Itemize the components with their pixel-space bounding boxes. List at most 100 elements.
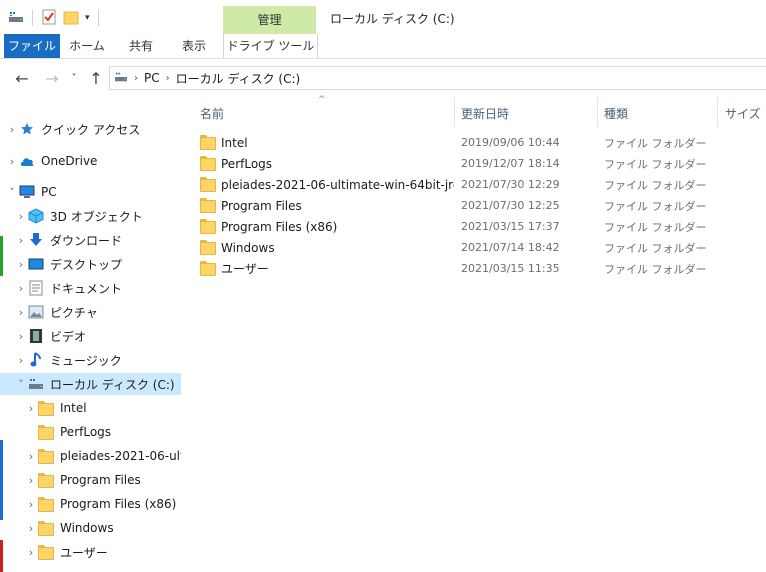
nav-item-folder[interactable]: PerfLogs — [0, 421, 181, 443]
chevron-right-icon[interactable]: › — [14, 330, 28, 343]
column-type[interactable]: 種類 — [604, 97, 714, 127]
breadcrumb-chevron-icon[interactable]: › — [134, 73, 138, 84]
chevron-right-icon[interactable]: › — [14, 282, 28, 295]
window-title: ローカル ディスク (C:) — [330, 12, 455, 26]
chevron-right-icon[interactable]: › — [14, 234, 28, 247]
nav-item-local-disk[interactable]: ˅ ローカル ディスク (C:) — [0, 373, 181, 395]
nav-item-folder[interactable]: › Program Files — [0, 469, 181, 491]
folder-icon — [38, 472, 54, 488]
folder-icon — [200, 261, 216, 276]
recent-locations-chevron-icon[interactable]: ˅ — [64, 69, 84, 89]
drive-icon — [28, 376, 44, 392]
file-row[interactable]: Program Files (x86) 2021/03/15 17:37 ファイ… — [182, 216, 766, 237]
back-arrow-icon[interactable]: ← — [12, 69, 32, 89]
column-header: ^ 名前 更新日時 種類 サイズ — [182, 95, 766, 127]
nav-item-3d-objects[interactable]: › 3D オブジェクト — [0, 205, 181, 227]
properties-icon[interactable] — [41, 9, 57, 28]
folder-icon — [38, 400, 54, 416]
nav-item-downloads[interactable]: › ダウンロード — [0, 229, 181, 251]
chevron-right-icon[interactable]: › — [24, 498, 38, 511]
column-divider[interactable] — [717, 97, 718, 127]
file-row[interactable]: Windows 2021/07/14 18:42 ファイル フォルダー — [182, 237, 766, 258]
chevron-right-icon[interactable]: › — [24, 546, 38, 559]
column-divider[interactable] — [454, 97, 455, 127]
new-folder-icon[interactable] — [63, 9, 79, 28]
nav-item-documents[interactable]: › ドキュメント — [0, 277, 181, 299]
folder-icon — [38, 448, 54, 464]
breadcrumb-local-disk[interactable]: ローカル ディスク (C:) — [176, 70, 301, 87]
ribbon-tabs: ファイル ホーム 共有 表示 ドライブ ツール — [0, 34, 766, 59]
breadcrumb-chevron-icon[interactable]: › — [166, 73, 170, 84]
nav-item-folder[interactable]: › pleiades-2021-06-ultimate-win-64bit-jr… — [0, 445, 181, 467]
tab-home[interactable]: ホーム — [62, 34, 112, 58]
nav-item-folder[interactable]: › Windows — [0, 517, 181, 539]
column-size[interactable]: サイズ — [725, 97, 765, 127]
chevron-right-icon[interactable]: › — [5, 155, 19, 168]
address-bar[interactable]: › PC › ローカル ディスク (C:) — [109, 66, 766, 90]
forward-arrow-icon[interactable]: → — [42, 69, 62, 89]
tab-share[interactable]: 共有 — [116, 34, 166, 58]
computer-icon — [19, 184, 35, 200]
nav-item-videos[interactable]: › ビデオ — [0, 325, 181, 347]
file-row[interactable]: pleiades-2021-06-ultimate-win-64bit-jre_… — [182, 174, 766, 195]
video-icon — [28, 328, 44, 344]
drive-icon — [114, 71, 128, 86]
nav-item-pictures[interactable]: › ピクチャ — [0, 301, 181, 323]
file-row[interactable]: PerfLogs 2019/12/07 18:14 ファイル フォルダー — [182, 153, 766, 174]
column-divider[interactable] — [597, 97, 598, 127]
desktop-edge — [0, 440, 3, 520]
chevron-right-icon[interactable]: › — [14, 210, 28, 223]
up-arrow-icon[interactable]: ↑ — [86, 69, 106, 89]
tab-drive-tools[interactable]: ドライブ ツール — [223, 34, 318, 58]
tab-file[interactable]: ファイル — [4, 34, 60, 58]
chevron-right-icon[interactable]: › — [14, 306, 28, 319]
folder-icon — [200, 219, 216, 234]
cloud-icon — [19, 153, 35, 169]
toolbar-separator — [97, 10, 99, 26]
file-row[interactable]: Intel 2019/09/06 10:44 ファイル フォルダー — [182, 132, 766, 153]
breadcrumb-pc[interactable]: PC — [144, 71, 160, 85]
chevron-right-icon[interactable]: › — [24, 522, 38, 535]
column-name[interactable]: 名前 — [200, 97, 450, 127]
chevron-right-icon[interactable]: › — [14, 258, 28, 271]
nav-item-onedrive[interactable]: › OneDrive — [0, 150, 181, 172]
toolbar-separator — [32, 10, 33, 26]
quick-access-toolbar: ▾ — [8, 8, 101, 28]
folder-icon — [200, 240, 216, 255]
nav-item-folder[interactable]: › Intel — [0, 397, 181, 419]
desktop-edge — [0, 540, 3, 572]
nav-item-music[interactable]: › ミュージック — [0, 349, 181, 371]
folder-icon — [200, 198, 216, 213]
drive-icon[interactable] — [8, 10, 24, 27]
cube-icon — [28, 208, 44, 224]
folder-icon — [38, 496, 54, 512]
nav-item-folder[interactable]: › Program Files (x86) — [0, 493, 181, 515]
chevron-down-icon[interactable]: ˅ — [5, 186, 19, 199]
chevron-right-icon[interactable]: › — [5, 123, 19, 136]
folder-icon — [38, 424, 54, 440]
chevron-right-icon[interactable]: › — [24, 474, 38, 487]
nav-item-desktop[interactable]: › デスクトップ — [0, 253, 181, 275]
chevron-right-icon[interactable]: › — [24, 402, 38, 415]
file-row[interactable]: ユーザー 2021/03/15 11:35 ファイル フォルダー — [182, 258, 766, 279]
chevron-right-icon[interactable]: › — [14, 354, 28, 367]
folder-icon — [38, 520, 54, 536]
nav-item-folder[interactable]: › ユーザー — [0, 541, 181, 563]
nav-item-pc[interactable]: ˅ PC — [0, 181, 181, 203]
desktop-edge — [0, 236, 3, 276]
chevron-right-icon[interactable]: › — [24, 450, 38, 463]
file-row[interactable]: Program Files 2021/07/30 12:25 ファイル フォルダ… — [182, 195, 766, 216]
nav-item-quick-access[interactable]: › クイック アクセス — [0, 118, 181, 140]
chevron-down-icon[interactable]: ˅ — [14, 378, 28, 391]
folder-icon — [200, 156, 216, 171]
column-date[interactable]: 更新日時 — [461, 97, 591, 127]
picture-icon — [28, 304, 44, 320]
folder-icon — [200, 135, 216, 150]
manage-context-tab[interactable]: 管理 — [223, 6, 316, 34]
desktop-icon — [28, 256, 44, 272]
tab-view[interactable]: 表示 — [170, 34, 218, 58]
customize-toolbar-icon[interactable]: ▾ — [85, 13, 90, 23]
star-icon — [19, 121, 35, 137]
folder-icon — [38, 544, 54, 560]
document-icon — [28, 280, 44, 296]
